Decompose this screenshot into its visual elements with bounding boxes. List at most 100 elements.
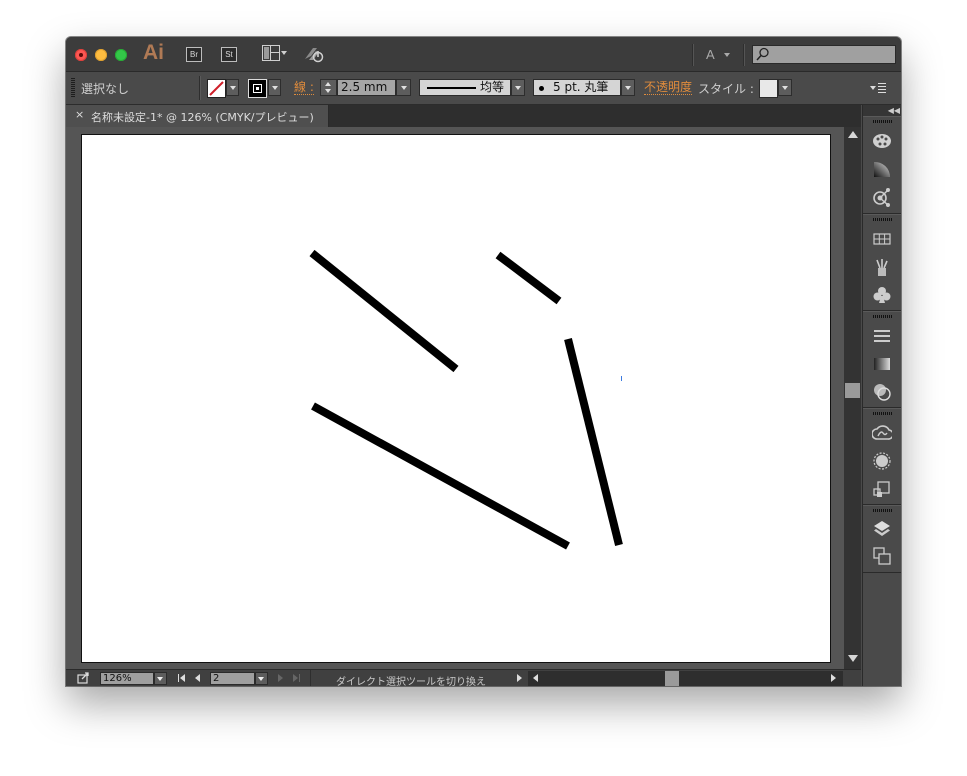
current-tool-status: ダイレクト選択ツールを切り換え [336,677,486,686]
segment-upper-right[interactable] [495,251,562,305]
document-tab[interactable]: × 名称未設定-1* @ 126% (CMYK/プレビュー) [66,105,329,127]
chevron-down-icon[interactable] [724,53,730,57]
document-tab-bar: × 名称未設定-1* @ 126% (CMYK/プレビュー) [66,105,861,127]
arrange-documents-button[interactable] [262,45,280,61]
fill-none-icon [209,81,224,96]
first-artboard-button[interactable] [178,674,186,682]
color-guide-palette-icon[interactable] [872,131,892,151]
fill-dropdown-button[interactable] [226,79,239,96]
search-stock-input[interactable] [752,45,896,64]
layers-icon[interactable] [872,518,892,538]
symbols-link-icon[interactable] [872,187,892,207]
swatches-grid-icon[interactable] [872,229,892,249]
panel-grip-handle[interactable] [71,78,75,98]
panel-group-grip[interactable] [873,412,892,415]
panel-group-grip[interactable] [873,120,892,123]
stroke-weight-input[interactable]: 2.5 mm [337,79,396,96]
status-bar: 126% 2 ダイレクト選択ツールを切り換え [66,669,861,686]
divider [743,44,745,66]
profile-label: 均等 [480,80,505,94]
chevron-down-icon[interactable] [281,51,287,55]
profile-line-preview [427,87,476,89]
stroke-label: 線 [294,80,307,94]
last-artboard-button[interactable] [293,674,302,682]
panel-group-grip[interactable] [873,218,892,221]
minimize-window-button[interactable] [95,49,107,61]
fill-swatch[interactable] [207,79,226,98]
scroll-up-arrow-icon[interactable] [848,131,858,138]
horizontal-scroll-thumb[interactable] [665,671,679,686]
vertical-scrollbar[interactable] [844,127,861,669]
horizontal-scrollbar[interactable] [528,671,843,686]
scroll-right-arrow-icon[interactable] [831,674,836,682]
share-export-icon[interactable] [77,672,90,684]
stroke-swatch[interactable] [248,79,267,98]
variable-width-profile-select[interactable]: 均等 [419,79,511,96]
canvas-area[interactable] [66,127,844,669]
bridge-button[interactable]: Br [186,47,202,62]
text-cursor-mark [621,376,622,381]
collapse-panels-icon[interactable]: ◀◀ [863,105,901,116]
next-artboard-button[interactable] [278,674,283,682]
panel-group-3 [863,311,901,408]
segment-right[interactable] [564,338,623,546]
opacity-panel-link[interactable]: 不透明度 [644,80,693,95]
brushes-icon[interactable] [872,257,892,277]
stroke-panel-link[interactable]: 線 : [294,80,314,95]
symbols-club-icon[interactable] [872,285,892,305]
panel-group-grip[interactable] [873,509,892,512]
artwork [309,249,623,550]
style-label: スタイル : [698,82,754,96]
artboard-number-input[interactable]: 2 [210,672,255,685]
zoom-dropdown-button[interactable] [154,672,167,685]
transform-icon[interactable] [872,479,892,499]
artboard[interactable] [81,134,831,663]
close-tab-icon[interactable]: × [75,108,84,121]
panel-group-grip[interactable] [873,315,892,318]
font-search-button[interactable]: A [706,47,715,62]
brush-definition-select[interactable]: 5 pt. 丸筆 [533,79,621,96]
divider [692,44,694,66]
graphic-style-dropdown[interactable] [778,79,792,96]
segment-bottom[interactable] [311,402,570,550]
close-window-button[interactable] [75,49,87,61]
panel-dock: ◀◀ [862,105,901,686]
profile-dropdown-button[interactable] [511,79,525,96]
panel-group-2 [863,214,901,311]
stroke-lines-icon[interactable] [872,326,892,346]
creative-cloud-libraries-icon[interactable] [872,423,892,443]
search-icon [756,47,769,61]
color-wheel-icon[interactable] [872,159,892,179]
brush-dropdown-button[interactable] [621,79,635,96]
zoom-level-input[interactable]: 126% [100,672,154,685]
panel-group-1 [863,116,901,214]
document-tab-title: 名称未設定-1* @ 126% (CMYK/プレビュー) [91,111,314,124]
divider [199,76,201,100]
transparency-icon[interactable] [872,382,892,402]
artboard-dropdown-button[interactable] [255,672,268,685]
zoom-window-button[interactable] [115,49,127,61]
appearance-icon[interactable] [872,451,892,471]
divider [310,670,311,686]
stock-button[interactable]: St [221,47,237,62]
illustrator-logo: Ai [143,41,164,64]
artboards-icon[interactable] [872,546,892,566]
stroke-weight-dropdown[interactable] [396,79,411,96]
illustrator-window: Ai Br St A 選択なし 線: 2.5 mm 均等 5 pt. 丸筆 不… [66,37,901,686]
brush-dot-icon [539,86,544,91]
scroll-down-arrow-icon[interactable] [848,655,858,662]
segment-upper-left[interactable] [309,249,459,373]
gradient-icon[interactable] [872,354,892,374]
status-menu-button[interactable] [517,674,522,682]
stroke-dropdown-button[interactable] [268,79,281,96]
control-panel: 選択なし 線 : 2.5 mm 均等 5 pt. 丸筆 不透明度 スタイル: [66,72,901,105]
vertical-scroll-thumb[interactable] [845,383,860,398]
panel-menu-icon[interactable] [870,83,886,93]
previous-artboard-button[interactable] [195,674,200,682]
stroke-weight-stepper[interactable] [320,79,337,96]
scroll-left-arrow-icon[interactable] [533,674,538,682]
graphic-style-swatch[interactable] [759,79,778,98]
brush-label: 5 pt. 丸筆 [553,80,609,94]
sync-settings-icon[interactable] [303,45,325,63]
application-bar: Ai Br St A [66,37,901,72]
